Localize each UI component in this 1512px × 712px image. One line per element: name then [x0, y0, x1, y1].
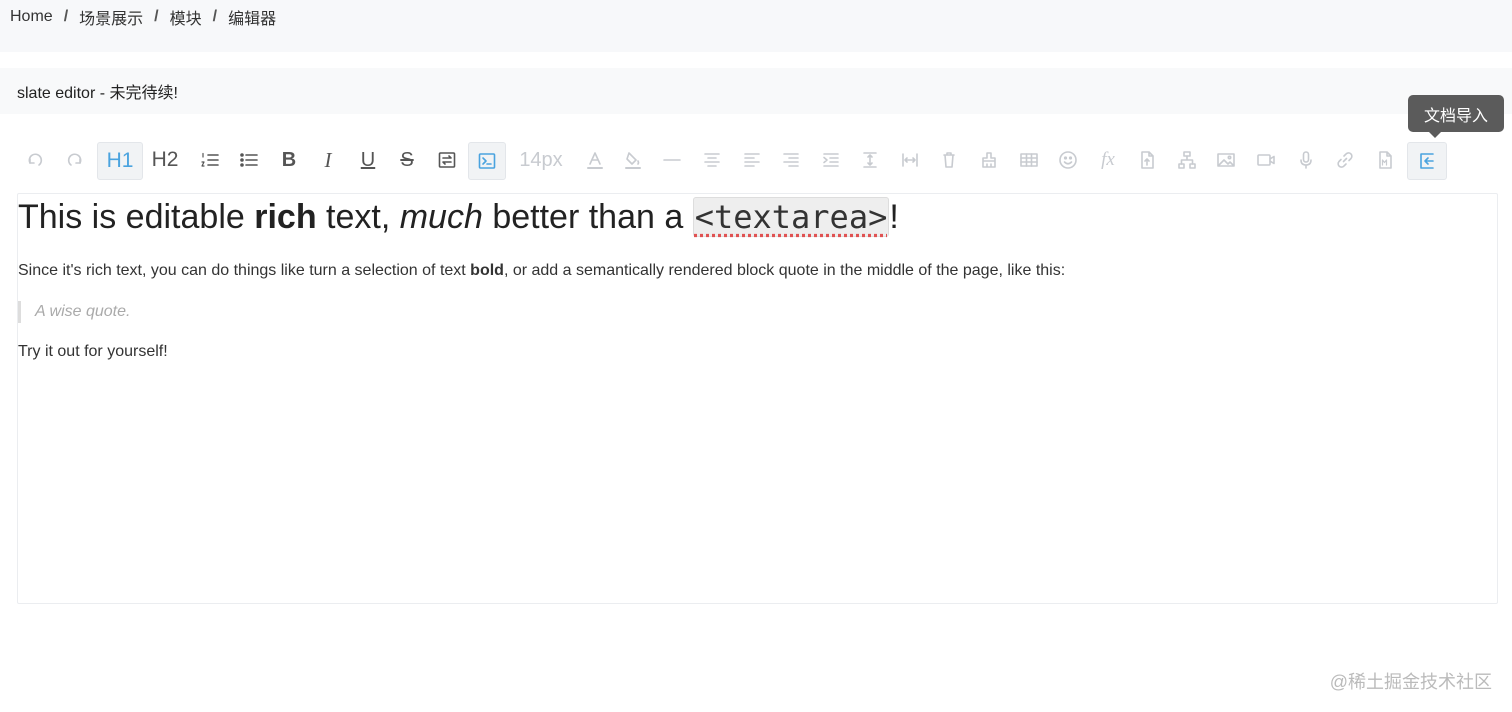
redo-button[interactable] [57, 142, 93, 178]
heading-text: better than a [482, 198, 693, 236]
heading-1-button[interactable]: H1 [97, 142, 143, 180]
format-painter-button[interactable] [971, 142, 1007, 178]
code-block-icon [478, 153, 496, 169]
font-size-select[interactable]: 14px [515, 142, 567, 178]
embed-icon [438, 152, 456, 168]
document-import-button[interactable] [1407, 142, 1447, 180]
breadcrumb-scenes[interactable]: 场景展示 [79, 5, 143, 29]
paragraph-bold-text: bold [470, 262, 504, 279]
breadcrumb-editor: 编辑器 [228, 11, 277, 28]
heading-text: text, [316, 198, 400, 236]
line-height-icon [863, 152, 877, 168]
horizontal-rule-icon [663, 159, 681, 161]
markdown-file-icon [1379, 151, 1392, 169]
org-chart-button[interactable] [1169, 142, 1205, 178]
paragraph-text: , or add a semantically rendered block q… [503, 262, 1066, 279]
audio-icon [1300, 151, 1312, 169]
clear-format-button[interactable] [931, 142, 967, 178]
align-center-button[interactable] [694, 142, 730, 178]
indent-button[interactable] [813, 142, 849, 178]
align-right-button[interactable] [773, 142, 809, 178]
document-import-icon [1420, 153, 1434, 169]
editor-toolbar: H1 H2 B I U S 14px fx [17, 140, 1477, 180]
table-icon [1020, 153, 1038, 167]
format-painter-icon [982, 152, 996, 168]
line-height-button[interactable] [852, 142, 888, 178]
heading-text: This is editable [18, 198, 255, 236]
org-chart-icon [1178, 151, 1196, 169]
link-icon [1337, 152, 1353, 168]
emoji-icon [1059, 151, 1077, 169]
tooltip: 文档导入 [1408, 95, 1504, 138]
video-button[interactable] [1248, 142, 1284, 178]
redo-icon [67, 153, 82, 166]
embed-button[interactable] [429, 142, 465, 178]
paragraph-text: Since it's rich text, you can do things … [18, 262, 471, 279]
underline-button[interactable]: U [350, 142, 386, 178]
audio-button[interactable] [1288, 142, 1324, 178]
breadcrumb-home[interactable]: Home [10, 8, 53, 26]
page-title: slate editor - 未完待续! [17, 85, 178, 102]
letter-spacing-button[interactable] [892, 142, 928, 178]
editor-panel: slate editor - 未完待续! 文档导入 H1 H2 B I U S … [0, 52, 1512, 712]
image-icon [1217, 153, 1235, 167]
breadcrumb-modules[interactable]: 模块 [170, 5, 202, 29]
breadcrumb-separator: / [154, 8, 159, 25]
fill-color-button[interactable] [615, 142, 651, 178]
link-button[interactable] [1327, 142, 1363, 178]
editor-paragraph[interactable]: Since it's rich text, you can do things … [18, 262, 1065, 280]
rich-text-editor[interactable]: This is editable rich text, much better … [17, 193, 1498, 604]
heading-text: ! [889, 198, 899, 236]
heading-bold-text: rich [254, 198, 317, 236]
font-color-button[interactable] [577, 142, 613, 178]
breadcrumb: Home / 场景展示 / 模块 / 编辑器 [10, 0, 276, 34]
breadcrumb-separator: / [212, 8, 218, 25]
editor-paragraph[interactable]: Try it out for yourself! [18, 343, 168, 361]
fill-color-icon [625, 152, 641, 169]
letter-spacing-icon [902, 153, 918, 167]
watermark: @稀土掘金技术社区 [1329, 672, 1492, 692]
numbered-list-icon [201, 152, 219, 167]
bold-button[interactable]: B [271, 142, 307, 178]
block-quote[interactable]: A wise quote. [18, 301, 130, 323]
strikethrough-button[interactable]: S [389, 142, 425, 178]
undo-button[interactable] [17, 142, 53, 178]
align-right-icon [783, 153, 799, 167]
emoji-button[interactable] [1050, 142, 1086, 178]
align-center-icon [704, 153, 720, 167]
undo-icon [28, 153, 43, 166]
table-button[interactable] [1011, 142, 1047, 178]
numbered-list-button[interactable] [192, 142, 228, 178]
formula-button[interactable]: fx [1090, 142, 1126, 178]
indent-icon [823, 153, 839, 167]
italic-button[interactable]: I [310, 142, 346, 178]
image-button[interactable] [1208, 142, 1244, 178]
editor-heading[interactable]: This is editable rich text, much better … [18, 197, 899, 237]
inline-code: <textarea> [692, 197, 890, 237]
markdown-file-button[interactable] [1367, 142, 1403, 178]
video-icon [1257, 154, 1275, 166]
align-left-icon [744, 153, 760, 167]
code-block-button[interactable] [468, 142, 506, 180]
file-icon [1141, 151, 1154, 169]
heading-2-button[interactable]: H2 [147, 142, 183, 178]
bulleted-list-button[interactable] [231, 142, 267, 178]
file-button[interactable] [1129, 142, 1165, 178]
heading-italic-text: much [399, 198, 483, 236]
font-color-icon [587, 152, 603, 169]
horizontal-rule-button[interactable] [654, 142, 690, 178]
bulleted-list-icon [240, 153, 258, 167]
align-left-button[interactable] [734, 142, 770, 178]
breadcrumb-separator: / [63, 8, 69, 25]
page-title-bar: slate editor - 未完待续! [0, 68, 1512, 114]
clear-format-icon [943, 152, 955, 168]
